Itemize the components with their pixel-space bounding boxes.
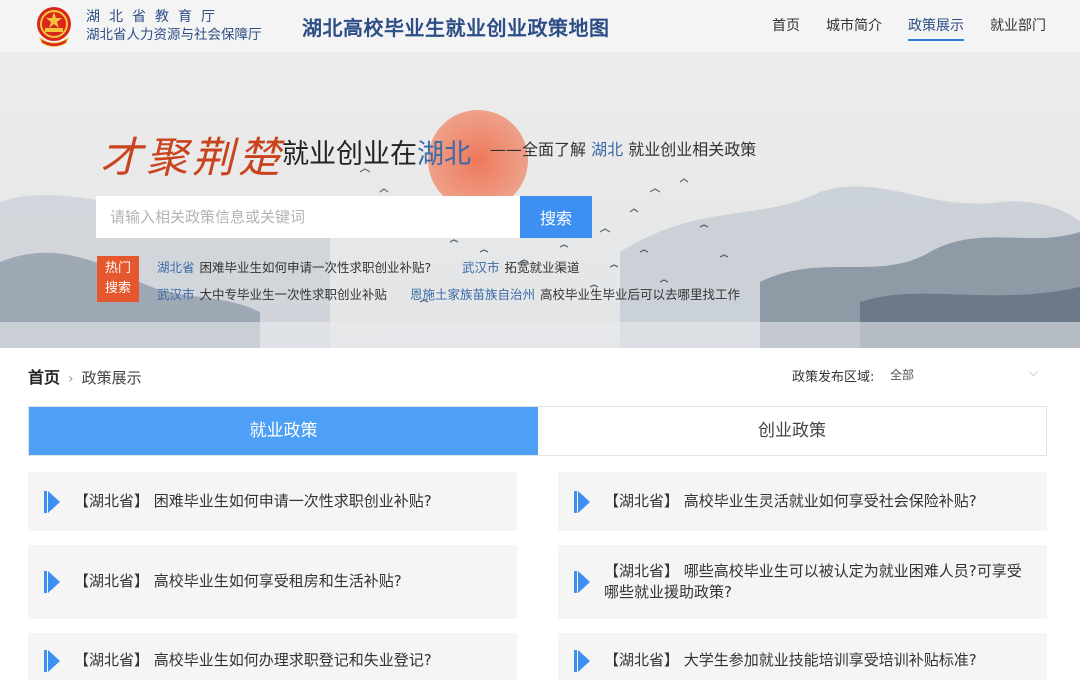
hot-item-text: 大中专毕业生一次性求职创业补贴 <box>199 287 388 302</box>
play-arrow-icon <box>574 571 590 593</box>
site-header: 湖北省教育厅 湖北省人力资源与社会保障厅 湖北高校毕业生就业创业政策地图 首页 … <box>0 0 1080 52</box>
hot-badge-line2: 搜索 <box>104 281 131 296</box>
sub-slogan-suffix: 就业创业相关政策 <box>628 140 757 159</box>
hot-item-text: 高校毕业生毕业后可以去哪里找工作 <box>540 287 741 302</box>
policy-title: 【湖北省】 高校毕业生如何享受租房和生活补贴? <box>74 572 402 590</box>
site-title: 湖北高校毕业生就业创业政策地图 <box>302 16 610 40</box>
national-emblem-icon <box>37 7 71 47</box>
search-input[interactable] <box>96 196 520 238</box>
hot-item-text: 拓宽就业渠道 <box>504 260 580 275</box>
hot-item-location: 武汉市 <box>157 287 195 302</box>
policy-card[interactable]: 【湖北省】 高校毕业生如何享受租房和生活补贴? <box>28 545 517 619</box>
policy-card[interactable]: 【湖北省】 高校毕业生如何办理求职登记和失业登记? <box>28 633 517 680</box>
play-arrow-icon <box>44 571 60 593</box>
hot-item-location: 武汉市 <box>462 260 500 275</box>
hero-banner: 才聚荆楚 就业创业在湖北 ——全面了解 湖北 就业创业相关政策 搜索 热门 搜索… <box>0 52 1080 348</box>
sub-slogan-highlight: 湖北 <box>591 140 624 159</box>
hot-badge-line1: 热门 <box>104 261 131 276</box>
sub-slogan-prefix: ——全面了解 <box>490 140 587 159</box>
policy-card[interactable]: 【湖北省】 哪些高校毕业生可以被认定为就业困难人员?可享受哪些就业援助政策? <box>558 545 1047 619</box>
region-select[interactable]: 全部 ⌵ <box>888 364 1046 384</box>
policy-title: 【湖北省】 高校毕业生灵活就业如何享受社会保险补贴? <box>604 492 977 510</box>
play-arrow-icon <box>574 650 590 672</box>
main-slogan-highlight: 湖北 <box>417 139 471 170</box>
region-filter-label: 政策发布区域: <box>792 370 875 385</box>
search-button[interactable]: 搜索 <box>520 196 592 238</box>
policy-title: 【湖北省】 困难毕业生如何申请一次性求职创业补贴? <box>74 492 432 510</box>
play-arrow-icon <box>574 491 590 513</box>
chevron-down-icon: ⌵ <box>1028 365 1038 379</box>
policy-tabs: 就业政策 创业政策 <box>28 406 1047 456</box>
policy-card[interactable]: 【湖北省】 困难毕业生如何申请一次性求职创业补贴? <box>28 472 517 531</box>
main-slogan: 就业创业在湖北 <box>282 132 471 171</box>
org-education-dept: 湖北省教育厅 <box>86 9 224 25</box>
nav-city-intro[interactable]: 城市简介 <box>826 15 882 41</box>
hot-search-item[interactable]: 恩施土家族苗族自治州 高校毕业生毕业后可以去哪里找工作 <box>410 284 740 303</box>
hot-item-location: 恩施土家族苗族自治州 <box>410 287 536 302</box>
hot-search-item[interactable]: 武汉市 拓宽就业渠道 <box>462 257 580 276</box>
region-select-value: 全部 <box>890 368 915 382</box>
breadcrumb-separator: › <box>68 371 74 387</box>
breadcrumb-current: 政策展示 <box>81 369 142 387</box>
org-hr-dept: 湖北省人力资源与社会保障厅 <box>86 27 262 43</box>
play-arrow-icon <box>44 491 60 513</box>
hot-search-badge: 热门 搜索 <box>97 256 139 302</box>
hot-item-location: 湖北省 <box>157 260 195 275</box>
breadcrumb: 首页 › 政策展示 <box>28 364 142 388</box>
sub-slogan: ——全面了解 湖北 就业创业相关政策 <box>490 136 756 160</box>
policy-title: 【湖北省】 大学生参加就业技能培训享受培训补贴标准? <box>604 651 977 669</box>
policy-card[interactable]: 【湖北省】 大学生参加就业技能培训享受培训补贴标准? <box>558 633 1047 680</box>
policy-card[interactable]: 【湖北省】 高校毕业生灵活就业如何享受社会保险补贴? <box>558 472 1047 531</box>
brush-slogan: 才聚荆楚 <box>100 133 285 182</box>
main-nav: 首页 城市简介 政策展示 就业部门 <box>746 15 1046 41</box>
org-names: 湖北省教育厅 湖北省人力资源与社会保障厅 <box>86 8 276 44</box>
tab-entrepreneurship-policy[interactable]: 创业政策 <box>538 407 1046 455</box>
hot-item-text: 困难毕业生如何申请一次性求职创业补贴? <box>199 260 432 275</box>
hot-search-item[interactable]: 湖北省 困难毕业生如何申请一次性求职创业补贴? <box>157 257 431 276</box>
nav-employment-dept[interactable]: 就业部门 <box>990 15 1046 41</box>
policy-title: 【湖北省】 哪些高校毕业生可以被认定为就业困难人员?可享受哪些就业援助政策? <box>604 562 1022 601</box>
play-arrow-icon <box>44 650 60 672</box>
nav-home[interactable]: 首页 <box>772 15 800 41</box>
hot-search-item[interactable]: 武汉市 大中专毕业生一次性求职创业补贴 <box>157 284 387 303</box>
tab-employment-policy[interactable]: 就业政策 <box>29 407 538 455</box>
nav-policy-display[interactable]: 政策展示 <box>908 15 964 41</box>
breadcrumb-home[interactable]: 首页 <box>28 368 60 387</box>
main-slogan-prefix: 就业创业在 <box>282 139 417 170</box>
policy-title: 【湖北省】 高校毕业生如何办理求职登记和失业登记? <box>74 651 432 669</box>
